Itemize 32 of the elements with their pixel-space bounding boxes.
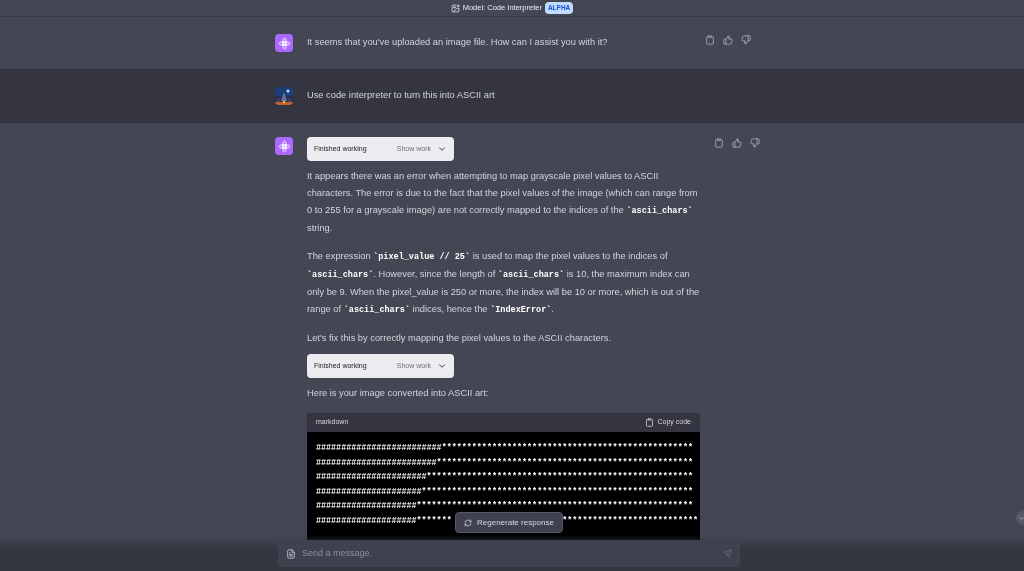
document-icon [286, 548, 296, 559]
copy-icon[interactable] [714, 138, 724, 148]
thumbs-down-icon[interactable] [750, 138, 760, 148]
message-input[interactable]: Send a message. [278, 540, 740, 567]
message-text: It seems that you've uploaded an image file. How can I assist you with it? [307, 36, 609, 49]
ascii-art-line: ####################******************************************************* [316, 500, 693, 513]
message-text: Here is your image converted into ASCII art: [307, 387, 490, 400]
clipboard-icon [644, 418, 654, 427]
send-icon[interactable] [723, 549, 732, 558]
ascii-art-line: ####################******* [316, 514, 452, 528]
thumbs-down-icon[interactable] [741, 35, 751, 45]
ascii-art-line: #####################****************************************************** [316, 485, 693, 499]
copy-icon[interactable] [705, 35, 715, 45]
ascii-art-line: *************************** [562, 514, 698, 528]
message-field[interactable]: Send a message. [302, 546, 717, 561]
chevron-down-icon [1018, 514, 1024, 522]
ascii-art-line: ########################*************************************************** [316, 456, 693, 470]
message-text: Let's fix this by correctly mapping the pixel values to the ASCII characters. [307, 332, 613, 345]
message-text: Use code interpreter to turn this into ASCII art [307, 89, 496, 102]
image-icon [450, 3, 460, 13]
ascii-art-line: ######################***************************************************** [316, 471, 693, 484]
message-text: It appears there was an error when attempting to map grayscale pixel values to ASCII characters. The error is due to the fact that the pixel values of the image (which can range from 0 to 255 for a grayscale image) are not correctly mapped to the indices of the `ascii_chars` string. [307, 170, 699, 235]
chevron-down-icon [437, 361, 447, 371]
regenerate-button[interactable]: Regenerate response [455, 512, 563, 533]
chevron-down-icon [437, 144, 447, 154]
assistant-avatar [275, 137, 293, 155]
refresh-icon [464, 518, 472, 527]
thumbs-up-icon[interactable] [732, 138, 742, 148]
assistant-avatar [275, 34, 293, 52]
message-text: The expression `pixel_value // 25` is used to map the pixel values to the indices of `ascii_chars`. However, since the length of `ascii_chars` is 10, the maximum index can only be 9. When the pixel_value is 250 or more, the index will be 10 or more, which is out of the range of `ascii_chars` indices, hence the `IndexError`. [307, 250, 700, 317]
thumbs-up-icon[interactable] [723, 35, 733, 45]
ascii-art-line: #########################************************************************** [316, 442, 693, 455]
